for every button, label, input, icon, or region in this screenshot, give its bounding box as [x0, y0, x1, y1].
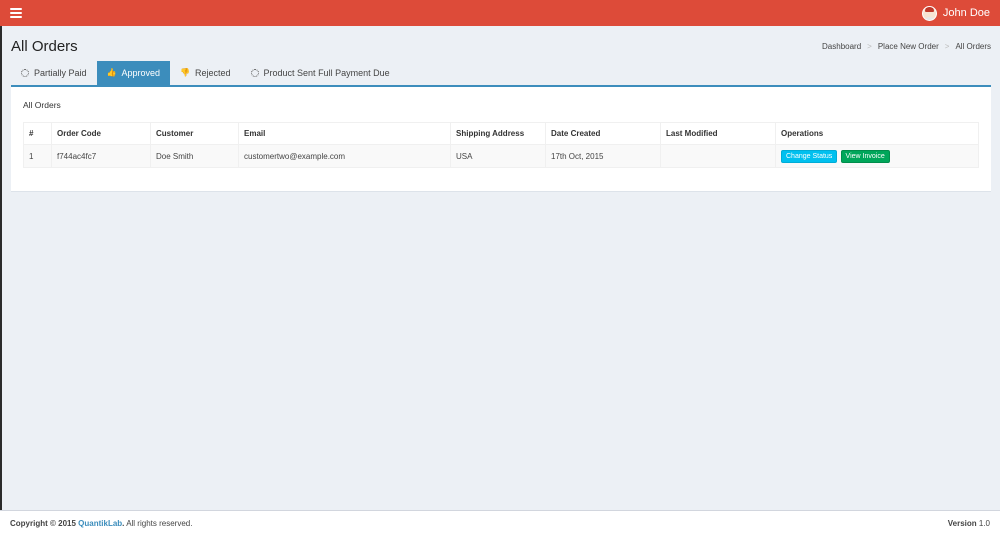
- sidebar-edge: [0, 26, 2, 510]
- cell-last-modified: [660, 144, 776, 168]
- column-header-shipping-address: Shipping Address: [450, 122, 546, 145]
- version-number: 1.0: [978, 519, 990, 528]
- tab-partially-paid[interactable]: Partially Paid: [11, 61, 97, 85]
- rights-text: All rights reserved.: [124, 519, 193, 528]
- breadcrumb-separator: >: [867, 41, 872, 51]
- thumbs-up-icon: 👍: [106, 68, 117, 77]
- user-name: John Doe: [942, 7, 990, 19]
- company-link[interactable]: QuantikLab: [78, 519, 122, 528]
- tab-approved[interactable]: 👍 Approved: [96, 61, 171, 85]
- breadcrumb: Dashboard > Place New Order > All Orders: [822, 42, 991, 51]
- column-header-email: Email: [238, 122, 451, 145]
- breadcrumb-dashboard[interactable]: Dashboard: [822, 42, 861, 51]
- column-header-last-modified: Last Modified: [660, 122, 776, 145]
- tab-label: Partially Paid: [34, 68, 87, 78]
- view-invoice-button[interactable]: View Invoice: [840, 149, 890, 163]
- tab-product-sent[interactable]: Product Sent Full Payment Due: [241, 61, 400, 85]
- copyright-prefix: Copyright © 2015: [10, 519, 76, 528]
- page-title: All Orders: [11, 37, 78, 55]
- menu-toggle-icon[interactable]: [10, 8, 22, 18]
- cell-date-created: 17th Oct, 2015: [545, 144, 661, 168]
- change-status-button[interactable]: Change Status: [781, 149, 838, 163]
- spinner-icon: [250, 69, 259, 77]
- column-header-number: #: [23, 122, 52, 145]
- spinner-icon: [21, 69, 29, 77]
- cell-shipping-address: USA: [450, 144, 546, 168]
- version-label: Version: [947, 519, 977, 528]
- breadcrumb-all-orders: All Orders: [955, 41, 991, 51]
- version-info: Version 1.0: [948, 519, 990, 528]
- orders-box: All Orders # Order Code Customer Email S…: [11, 87, 991, 192]
- orders-table: # Order Code Customer Email Shipping Add…: [23, 122, 979, 168]
- footer: Copyright © 2015 QuantikLab. All rights …: [0, 510, 1000, 536]
- cell-customer: Doe Smith: [150, 144, 239, 168]
- column-header-customer: Customer: [150, 122, 239, 145]
- table-row: 1 f744ac4fc7 Doe Smith customertwo@examp…: [23, 144, 979, 168]
- cell-number: 1: [23, 144, 52, 168]
- tab-rejected[interactable]: 👎 Rejected: [170, 61, 241, 85]
- thumbs-down-icon: 👎: [180, 68, 190, 77]
- tab-label: Approved: [121, 68, 161, 78]
- copyright: Copyright © 2015 QuantikLab. All rights …: [10, 519, 192, 528]
- column-header-order-code: Order Code: [51, 122, 151, 145]
- cell-operations: Change Status View Invoice: [775, 144, 979, 168]
- table-header-row: # Order Code Customer Email Shipping Add…: [23, 122, 979, 145]
- tab-label: Rejected: [195, 68, 231, 78]
- avatar: [921, 5, 937, 21]
- cell-order-code: f744ac4fc7: [51, 144, 151, 168]
- top-navbar: John Doe: [0, 0, 1000, 26]
- breadcrumb-place-new-order[interactable]: Place New Order: [878, 42, 939, 51]
- order-status-tabs: Partially Paid 👍 Approved 👎 Rejected Pro…: [11, 61, 991, 87]
- tab-label: Product Sent Full Payment Due: [263, 68, 390, 78]
- box-title: All Orders: [23, 100, 61, 110]
- column-header-operations: Operations: [775, 122, 979, 145]
- breadcrumb-separator: >: [944, 41, 950, 51]
- column-header-date-created: Date Created: [545, 122, 661, 145]
- cell-email: customertwo@example.com: [238, 144, 451, 168]
- user-menu[interactable]: John Doe: [921, 5, 990, 21]
- content-header: All Orders Dashboard > Place New Order >…: [11, 36, 991, 56]
